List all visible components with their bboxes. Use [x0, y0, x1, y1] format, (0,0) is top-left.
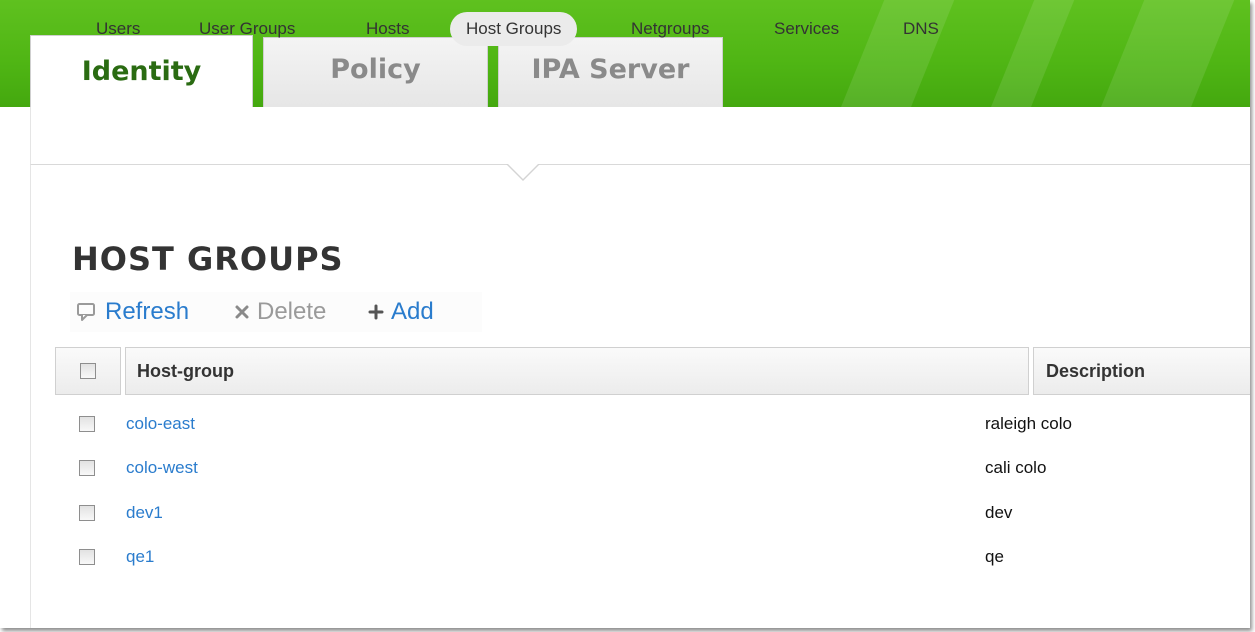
banner-decoration	[977, 0, 1083, 107]
host-group-description: qe	[985, 547, 1004, 566]
host-group-link[interactable]: qe1	[126, 547, 154, 567]
tab-ipa-server[interactable]: IPA Server	[498, 37, 723, 107]
subnav-item-user-groups[interactable]: User Groups	[199, 12, 295, 46]
row-checkbox[interactable]	[79, 416, 95, 432]
column-header-description-label: Description	[1046, 361, 1146, 381]
delete-label: Delete	[257, 298, 327, 325]
table-row: qe1 qe	[55, 536, 1250, 580]
add-label: Add	[391, 298, 434, 325]
column-header-host-group-label: Host-group	[137, 361, 234, 381]
host-group-link[interactable]: colo-west	[126, 458, 198, 478]
table-row: dev1 dev	[55, 492, 1250, 536]
host-group-description: dev	[985, 503, 1013, 522]
subnav-item-netgroups[interactable]: Netgroups	[631, 12, 709, 46]
subnav-item-users[interactable]: Users	[96, 12, 140, 46]
tab-identity-label: Identity	[81, 55, 202, 87]
row-checkbox[interactable]	[79, 505, 95, 521]
table-row: colo-west cali colo	[55, 447, 1250, 491]
tab-ipa-server-label: IPA Server	[531, 54, 690, 85]
delete-button[interactable]: Delete	[234, 298, 326, 326]
row-checkbox[interactable]	[79, 460, 95, 476]
subnav-item-host-groups[interactable]: Host Groups	[450, 12, 578, 46]
refresh-icon	[76, 302, 98, 322]
page-title: HOST GROUPS	[72, 240, 344, 278]
app-window: Identity Policy IPA Server Users User Gr…	[0, 0, 1250, 628]
select-all-cell	[55, 347, 121, 395]
plus-icon	[368, 304, 384, 320]
host-group-link[interactable]: dev1	[126, 503, 163, 523]
banner-decoration	[1087, 0, 1243, 107]
subnav-item-dns[interactable]: DNS	[903, 12, 939, 46]
select-all-checkbox[interactable]	[80, 363, 96, 379]
sub-navigation	[30, 107, 1250, 165]
close-icon	[234, 304, 250, 320]
table-header: Host-group Description	[55, 347, 1250, 395]
table-row: colo-east raleigh colo	[55, 403, 1250, 447]
subnav-item-hosts[interactable]: Hosts	[366, 12, 409, 46]
banner-decoration	[827, 0, 963, 107]
tab-policy[interactable]: Policy	[263, 37, 488, 107]
add-button[interactable]: Add	[368, 298, 434, 326]
row-checkbox[interactable]	[79, 549, 95, 565]
host-group-description: raleigh colo	[985, 414, 1072, 433]
subnav-item-services[interactable]: Services	[774, 12, 839, 46]
action-bar: Refresh Delete Add	[70, 292, 482, 332]
host-group-description: cali colo	[985, 458, 1047, 477]
refresh-label: Refresh	[105, 298, 190, 325]
tab-policy-label: Policy	[330, 54, 421, 85]
refresh-button[interactable]: Refresh	[76, 298, 189, 326]
host-group-link[interactable]: colo-east	[126, 414, 195, 434]
column-header-host-group[interactable]: Host-group	[125, 347, 1029, 395]
column-header-description[interactable]: Description	[1033, 347, 1250, 395]
